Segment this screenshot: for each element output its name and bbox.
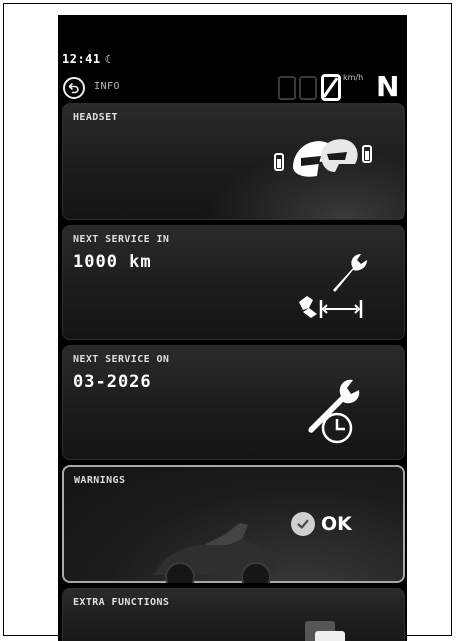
warnings-status: OK xyxy=(291,512,352,536)
clock: 12:41 xyxy=(62,52,101,66)
moon-icon: ☾ xyxy=(104,53,112,66)
extra-functions-card[interactable]: EXTRA FUNCTIONS xyxy=(62,588,405,641)
next-service-date-card[interactable]: NEXT SERVICE ON 03-2026 xyxy=(62,345,405,460)
next-service-km-card[interactable]: NEXT SERVICE IN 1000 km xyxy=(62,225,405,340)
wrench-clock-icon xyxy=(308,379,360,444)
back-button[interactable] xyxy=(63,77,85,99)
card-title: WARNINGS xyxy=(74,475,126,486)
speed-unit: km/h xyxy=(343,73,364,82)
headset-card[interactable]: HEADSET xyxy=(62,103,405,220)
card-title: EXTRA FUNCTIONS xyxy=(73,597,170,608)
warnings-card[interactable]: WARNINGS OK xyxy=(62,465,405,583)
status-bar: 12:41 ☾ xyxy=(62,52,112,66)
check-circle-icon xyxy=(291,512,315,536)
status-ok: OK xyxy=(321,513,352,535)
motorcycle-image xyxy=(154,523,276,583)
card-title: HEADSET xyxy=(73,112,118,123)
page-title: INFO xyxy=(94,81,121,92)
speed-readout xyxy=(321,74,341,101)
card-title: NEXT SERVICE IN xyxy=(73,234,170,245)
card-title: NEXT SERVICE ON xyxy=(73,354,170,365)
dashboard-screen: 12:41 ☾ INFO km/h N HEADSET NEXT SERVICE … xyxy=(58,15,407,641)
service-date: 03-2026 xyxy=(73,372,152,392)
gear-indicator: N xyxy=(376,70,400,103)
wrench-distance-icon xyxy=(299,254,367,318)
speed-digit-placeholder xyxy=(299,76,317,100)
extra-functions-icon xyxy=(305,621,345,641)
speed-digit-placeholder xyxy=(278,76,296,100)
back-arrow-icon xyxy=(68,83,79,94)
service-distance: 1000 km xyxy=(73,252,152,272)
headset-helmets-icon xyxy=(274,139,372,177)
